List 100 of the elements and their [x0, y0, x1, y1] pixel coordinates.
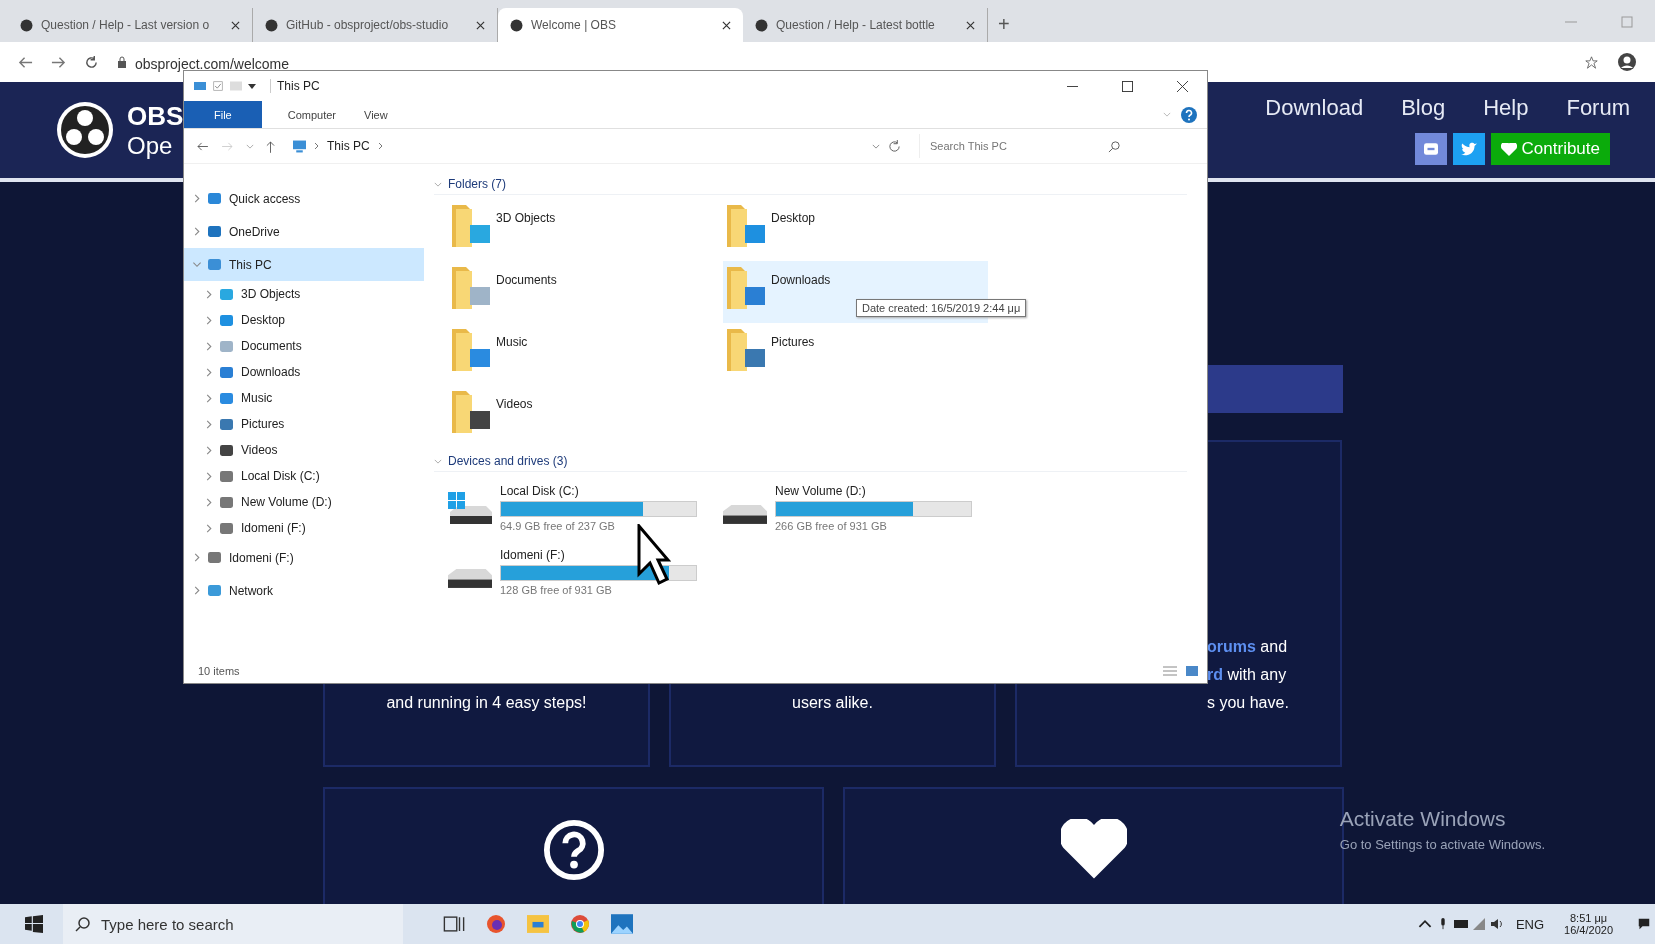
- bird-button[interactable]: [1452, 133, 1485, 165]
- nav-tree-item[interactable]: Documents: [184, 333, 424, 359]
- refresh-icon[interactable]: [888, 139, 901, 153]
- chevron-icon[interactable]: [194, 227, 200, 236]
- nav-tree-item[interactable]: OneDrive: [184, 215, 424, 248]
- folder-item[interactable]: 3D Objects: [448, 199, 713, 261]
- folder-item[interactable]: Music: [448, 323, 713, 385]
- nav-tree-item[interactable]: Videos: [184, 437, 424, 463]
- new-tab-button[interactable]: +: [998, 13, 1010, 36]
- forward-icon[interactable]: [51, 55, 66, 69]
- caret-icon[interactable]: [1417, 918, 1432, 930]
- chevron-icon[interactable]: [246, 143, 254, 149]
- fox-browser-icon[interactable]: [485, 914, 507, 934]
- nav-tree-item[interactable]: Idomeni (F:): [184, 515, 424, 541]
- chevron-icon[interactable]: [872, 143, 880, 149]
- folder-item[interactable]: Videos: [448, 385, 713, 447]
- chevron-icon[interactable]: [206, 471, 212, 481]
- close-icon[interactable]: [722, 20, 731, 30]
- language-indicator[interactable]: ENG: [1515, 916, 1545, 932]
- up-arrow-icon[interactable]: [266, 139, 275, 153]
- chevron-icon[interactable]: [206, 497, 212, 507]
- chevron-icon[interactable]: [314, 142, 319, 150]
- search-field[interactable]: Type here to search: [63, 904, 403, 944]
- chevron-icon[interactable]: [206, 341, 212, 351]
- photos-icon[interactable]: [611, 914, 633, 934]
- close-icon[interactable]: [1177, 80, 1188, 92]
- chevron-icon[interactable]: [206, 315, 212, 325]
- nav-tree-item[interactable]: Pictures: [184, 411, 424, 437]
- speaker-icon[interactable]: [1489, 918, 1504, 930]
- nav-tree-item[interactable]: 3D Objects: [184, 281, 424, 307]
- back-icon[interactable]: [196, 141, 209, 151]
- logo-icon[interactable]: [55, 100, 115, 160]
- browser-tab[interactable]: Welcome | OBS: [498, 8, 743, 42]
- ribbon-tab[interactable]: Computer: [273, 101, 351, 128]
- chevron-icon[interactable]: [194, 553, 200, 562]
- chevron-icon[interactable]: [206, 445, 212, 455]
- pc-icon[interactable]: [194, 81, 206, 91]
- chevron-icon[interactable]: [206, 367, 212, 377]
- chevron-icon[interactable]: [377, 142, 383, 150]
- nav-link[interactable]: Help: [1483, 95, 1529, 121]
- folder-item[interactable]: Pictures: [723, 323, 988, 385]
- browser-icon[interactable]: [569, 914, 591, 934]
- tooltip: Date created: 16/5/2019 2:44 μμ: [856, 299, 1027, 317]
- chevron-icon[interactable]: [206, 289, 212, 299]
- close-icon[interactable]: [966, 20, 975, 30]
- help-icon[interactable]: [1181, 106, 1197, 123]
- nav-tree-item[interactable]: This PC: [184, 248, 424, 281]
- battery-icon[interactable]: [1453, 918, 1468, 930]
- chevron-icon[interactable]: [206, 523, 212, 533]
- chevron-icon[interactable]: [194, 194, 200, 203]
- url-text[interactable]: obsproject.com/welcome: [135, 56, 290, 72]
- clock-time[interactable]: 8:51 μμ: [1569, 912, 1608, 924]
- drive-item[interactable]: Local Disk (C:) 64.9 GB free of 237 GB: [448, 476, 723, 540]
- folder-item[interactable]: Desktop: [723, 199, 988, 261]
- reload-icon[interactable]: [84, 55, 99, 69]
- nav-tree-item[interactable]: Desktop: [184, 307, 424, 333]
- nav-icon: [208, 585, 221, 596]
- breadcrumb-item[interactable]: This PC: [327, 139, 370, 153]
- close-icon[interactable]: [231, 20, 240, 30]
- folder-icon[interactable]: [527, 914, 549, 934]
- nav-link[interactable]: Forum: [1566, 95, 1630, 121]
- address-field[interactable]: This PC: [287, 134, 907, 158]
- drive-item[interactable]: New Volume (D:) 266 GB free of 931 GB: [723, 476, 998, 540]
- checkbox-icon[interactable]: [212, 81, 224, 91]
- activation-title: Activate Windows: [1339, 807, 1507, 831]
- nav-tree-item[interactable]: Local Disk (C:): [184, 463, 424, 489]
- star-icon[interactable]: [1584, 55, 1599, 69]
- ribbon-tab[interactable]: View: [350, 101, 402, 128]
- chevron-icon[interactable]: [434, 458, 442, 464]
- chevron-icon[interactable]: [192, 261, 202, 268]
- chevron-icon[interactable]: [206, 419, 212, 429]
- nav-tree-item[interactable]: Network: [184, 574, 424, 607]
- pc-icon: [293, 139, 306, 153]
- nav-tree-item[interactable]: New Volume (D:): [184, 489, 424, 515]
- nav-tree-item[interactable]: Idomeni (F:): [184, 541, 424, 574]
- maximize-icon[interactable]: [1122, 80, 1133, 92]
- account-icon[interactable]: [1617, 52, 1637, 72]
- nav-tree-item[interactable]: Quick access: [184, 182, 424, 215]
- ribbon-tab[interactable]: File: [184, 101, 262, 128]
- chat-button[interactable]: [1414, 133, 1447, 165]
- windows-start-icon[interactable]: [25, 915, 43, 933]
- task-view-icon[interactable]: [443, 914, 465, 934]
- chevron-icon[interactable]: [434, 181, 442, 187]
- nav-link[interactable]: Download: [1265, 95, 1364, 121]
- section-header[interactable]: Folders (7): [434, 174, 1187, 195]
- nav-tree-item[interactable]: Music: [184, 385, 424, 411]
- card-link[interactable]: orums: [1207, 638, 1256, 655]
- close-icon[interactable]: [476, 20, 485, 30]
- clock-date[interactable]: 16/4/2020: [1564, 924, 1613, 936]
- card-link[interactable]: rd: [1207, 666, 1223, 683]
- chevron-icon[interactable]: [206, 393, 212, 403]
- back-icon[interactable]: [18, 55, 33, 69]
- drive-item[interactable]: Idomeni (F:) 128 GB free of 931 GB: [448, 540, 723, 604]
- tiles-view-icon[interactable]: [1185, 666, 1199, 676]
- nav-tree-item[interactable]: Downloads: [184, 359, 424, 385]
- section-header[interactable]: Devices and drives (3): [434, 451, 1187, 472]
- chevron-icon[interactable]: [194, 586, 200, 595]
- nav-link[interactable]: Blog: [1401, 95, 1446, 121]
- folder-item[interactable]: Documents: [448, 261, 713, 323]
- notification-icon[interactable]: [1637, 918, 1651, 930]
